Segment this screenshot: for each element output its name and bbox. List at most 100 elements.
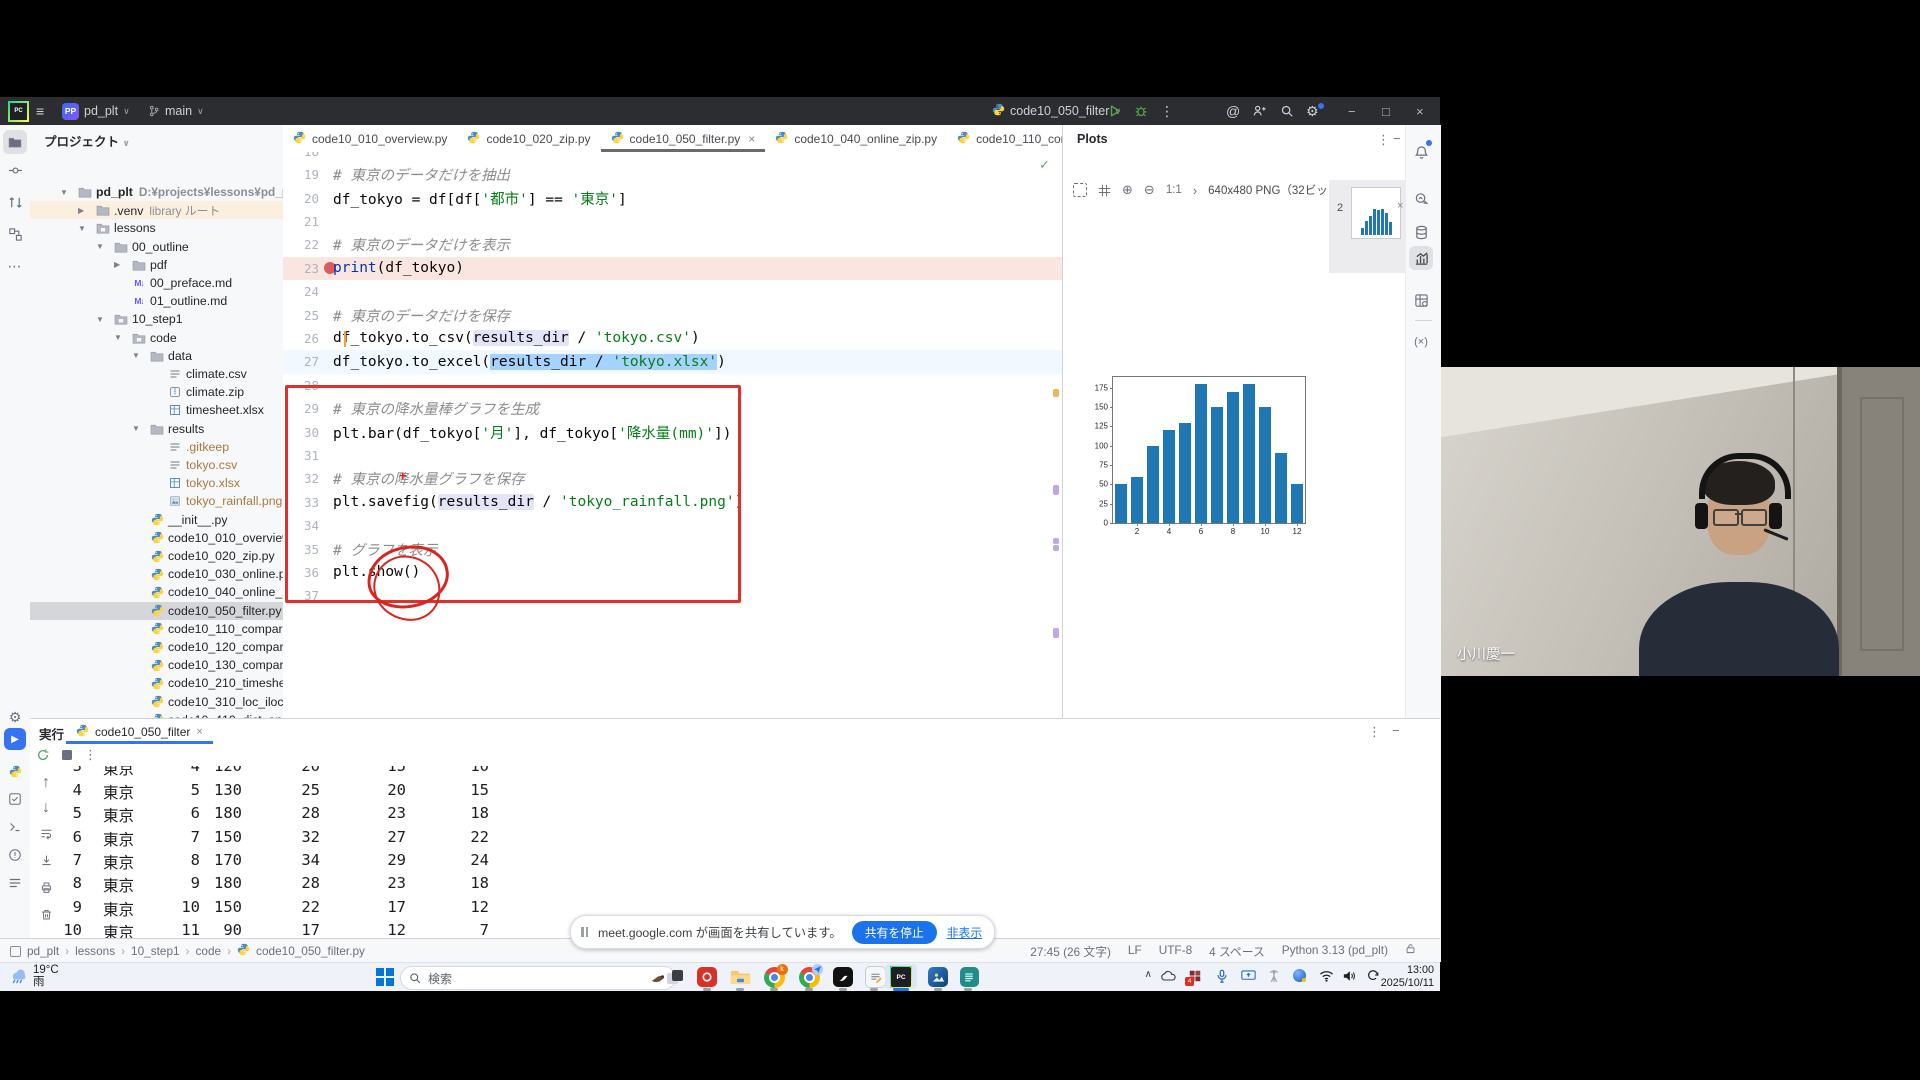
statusbar-widget-icon[interactable] [10, 946, 21, 957]
pull-requests-tool-icon[interactable] [3, 190, 27, 214]
code-with-me-icon[interactable] [1252, 97, 1266, 125]
meet-tray-icon[interactable] [1293, 969, 1306, 982]
clear-console-icon[interactable] [36, 908, 56, 921]
line-separator[interactable]: LF [1128, 943, 1142, 960]
run-console[interactable]: 3東京41202015104東京51302520155東京61802823186… [30, 766, 1440, 939]
tree-item-tokyo.csv[interactable]: tokyo.csv [30, 456, 283, 474]
readonly-lock-icon[interactable] [1405, 943, 1416, 954]
tab-close-icon[interactable]: × [748, 132, 755, 146]
breadcrumb-item[interactable]: lessons [75, 944, 115, 958]
debug-button[interactable] [1134, 97, 1148, 125]
code-line-25[interactable]: 25# 東京のデータだけを保存 [283, 303, 1062, 326]
antenna-tray-icon[interactable] [1268, 969, 1280, 987]
wifi-tray-icon[interactable] [1319, 969, 1334, 987]
code-line-27[interactable]: 27df_tokyo.to_excel(results_dir / 'tokyo… [283, 350, 1062, 373]
run-options-icon[interactable]: ⋮ [1368, 724, 1381, 740]
tree-item-code[interactable]: ▼code [30, 329, 283, 347]
tree-item-climate.zip[interactable]: climate.zip [30, 383, 283, 401]
stop-sharing-button[interactable]: 共有を停止 [852, 921, 937, 944]
rerun-icon[interactable] [36, 748, 50, 762]
pycharm-app-icon[interactable]: PC [888, 966, 914, 988]
tree-item-pd_plt[interactable]: ▼pd_pltD:¥projects¥lessons¥pd_plt [30, 183, 283, 201]
commit-tool-icon[interactable] [3, 158, 27, 182]
run-tool-icon[interactable]: ▶ [3, 727, 27, 751]
code-line-18[interactable]: 18 [283, 152, 1062, 163]
ai-assistant-icon[interactable] [1409, 186, 1433, 210]
tree-item-.venv[interactable]: ▶.venvlibrary ルート [30, 201, 283, 219]
scroll-down-icon[interactable]: ↓ [36, 799, 56, 817]
chevron-down-icon[interactable]: ▼ [132, 424, 140, 433]
tree-item-pdf[interactable]: ▶pdf [30, 256, 283, 274]
indent-style[interactable]: 4 スペース [1209, 943, 1265, 960]
notifications-bell-icon[interactable] [1409, 140, 1433, 164]
tree-item-code10_010_overview.py[interactable]: code10_010_overview.py [30, 529, 283, 547]
stop-icon[interactable] [62, 750, 72, 760]
plots-tool-icon[interactable] [1409, 246, 1433, 270]
tree-item-code10_040_online_zip.py[interactable]: code10_040_online_zip.py [30, 583, 283, 601]
code-line-23[interactable]: 23print(df_tokyo) [283, 257, 1062, 280]
fit-to-window-icon[interactable] [1073, 183, 1087, 197]
window-minimize-button[interactable]: − [1348, 97, 1356, 125]
settings-tool-icon[interactable]: ⚙ [3, 705, 27, 729]
tree-item-__init__.py[interactable]: __init__.py [30, 511, 283, 529]
tree-item-lessons[interactable]: ▼lessons [30, 219, 283, 237]
black-app-icon[interactable] [830, 966, 856, 988]
breadcrumb-item[interactable]: 10_step1 [131, 944, 180, 958]
tree-item-tokyo.xlsx[interactable]: tokyo.xlsx [30, 474, 283, 492]
security-tray-icon[interactable]: 4 [1188, 969, 1202, 983]
branch-widget[interactable]: main ∨ [148, 97, 204, 125]
sciview-table-icon[interactable] [1409, 288, 1433, 312]
editor-tab-code10_040_online_zip.py[interactable]: code10_040_online_zip.py [765, 125, 947, 152]
chevron-down-icon[interactable]: ▼ [78, 224, 86, 233]
tree-item-code10_210_timesheet.py[interactable]: code10_210_timesheet.py [30, 674, 283, 692]
run-hide-icon[interactable]: − [1392, 723, 1400, 738]
notes-app-icon[interactable] [956, 966, 982, 988]
python-console-tool-icon[interactable] [3, 759, 27, 783]
code-line-26[interactable]: 26df_tokyo.to_csv(results_dir / 'tokyo.c… [283, 327, 1062, 350]
ime-sync-tray-icon[interactable] [1366, 969, 1380, 987]
zoom-actual-size[interactable]: 1:1 [1166, 184, 1182, 196]
chrome-profile1-icon[interactable]: k [761, 966, 787, 988]
tree-item-tokyo_rainfall.png[interactable]: tokyo_rainfall.png [30, 492, 283, 510]
search-everywhere-icon[interactable] [1280, 97, 1294, 125]
editor-tab-code10_020_zip.py[interactable]: code10_020_zip.py [457, 125, 600, 152]
hide-bar-link[interactable]: 非表示 [947, 924, 982, 941]
breadcrumb-item[interactable]: pd_plt [27, 944, 59, 958]
database-icon[interactable] [1409, 220, 1433, 244]
tree-item-code10_050_filter.py[interactable]: code10_050_filter.py [30, 602, 283, 620]
more-tools-icon[interactable]: ⋯ [3, 254, 27, 278]
code-line-24[interactable]: 24 [283, 280, 1062, 303]
run-tab[interactable]: code10_050_filter × [66, 719, 213, 744]
tree-item-code10_120_compare_4_cities.py[interactable]: code10_120_compare_4_cities.py [30, 638, 283, 656]
settings-gear-icon[interactable]: ⚙ [1306, 97, 1319, 125]
task-view-button[interactable] [662, 966, 688, 988]
services-tool-icon[interactable] [3, 787, 27, 811]
code-viewport[interactable]: 1819# 東京のデータだけを抽出20df_tokyo = df[df['都市'… [283, 152, 1062, 718]
chevron-down-icon[interactable]: ▼ [114, 333, 122, 342]
editor-tab-code10_010_overview.py[interactable]: code10_010_overview.py [283, 125, 457, 152]
breadcrumb[interactable]: pd_plt›lessons›10_step1›code›code10_050_… [10, 943, 365, 959]
file-encoding[interactable]: UTF-8 [1159, 943, 1192, 960]
main-menu-icon[interactable]: ≡ [36, 97, 44, 125]
plot-thumbnail-close-icon[interactable]: × [1397, 200, 1403, 212]
start-button[interactable] [372, 966, 398, 988]
chevron-down-icon[interactable]: ▼ [96, 242, 104, 251]
more-actions-icon[interactable]: ⋮ [1160, 97, 1174, 125]
scroll-up-icon[interactable]: ↑ [36, 774, 56, 792]
tree-item-results[interactable]: ▼results [30, 420, 283, 438]
expand-icon[interactable]: › [1193, 183, 1197, 198]
soft-wrap-icon[interactable] [36, 827, 56, 840]
editor-tab-code10_050_filter.py[interactable]: code10_050_filter.py× [601, 125, 766, 152]
chevron-down-icon[interactable]: ▼ [96, 315, 104, 324]
python-interpreter[interactable]: Python 3.13 (pd_plt) [1282, 943, 1388, 960]
print-icon[interactable] [36, 881, 56, 894]
run-button[interactable] [1108, 97, 1122, 125]
tree-item-data[interactable]: ▼data [30, 347, 283, 365]
tree-item-code10_110_compare_2_cities.py[interactable]: code10_110_compare_2_cities.py [30, 620, 283, 638]
tree-item-01_outline.md[interactable]: M↓01_outline.md [30, 292, 283, 310]
ai-mention-icon[interactable]: @ [1226, 97, 1240, 125]
tree-item-code10_130_compare_4_cities_u[interactable]: code10_130_compare_4_cities_u [30, 656, 283, 674]
todo-tool-icon[interactable] [3, 871, 27, 895]
window-close-button[interactable]: × [1416, 97, 1424, 125]
file-explorer-icon[interactable] [727, 966, 753, 988]
